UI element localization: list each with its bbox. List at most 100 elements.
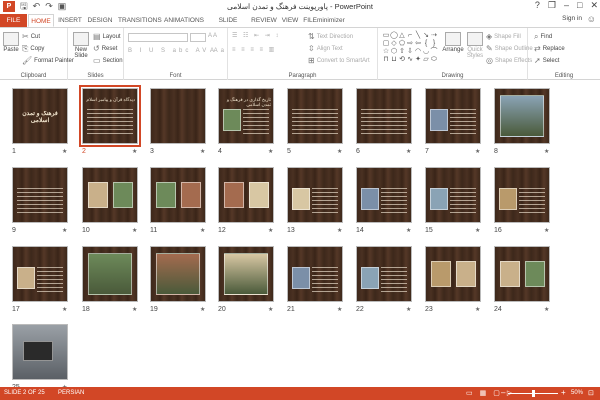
tab-design[interactable]: DESIGN xyxy=(86,14,114,27)
zoom-out-icon[interactable]: – xyxy=(501,388,505,397)
animation-indicator-icon: ★ xyxy=(337,307,343,313)
slide-thumbnail[interactable] xyxy=(218,167,274,223)
list-indent-buttons[interactable]: ☰ ☷ ⇤ ⇥ ↕ xyxy=(232,32,280,39)
brush-icon: 🖌 xyxy=(22,56,33,65)
text-direction-button[interactable]: ⇅ Text Direction xyxy=(308,32,353,41)
layout-button[interactable]: ▤ Layout xyxy=(93,32,121,41)
text-direction-icon: ⇅ xyxy=(308,32,315,41)
normal-view-icon[interactable]: ▭ xyxy=(466,389,473,397)
minimize-icon[interactable]: – xyxy=(564,0,569,11)
feedback-smiley-icon[interactable]: ☺ xyxy=(587,14,596,24)
animation-indicator-icon: ★ xyxy=(200,307,206,313)
slide-thumbnail[interactable] xyxy=(150,88,206,144)
slide-image xyxy=(499,188,517,210)
slide-thumbnail[interactable] xyxy=(287,167,343,223)
slide-number: 20 xyxy=(218,306,226,313)
slide-sorter-view-icon[interactable]: ▦ xyxy=(480,389,487,397)
zoom-slider[interactable] xyxy=(508,390,558,397)
animation-indicator-icon: ★ xyxy=(268,228,274,234)
shape-outline-button[interactable]: ✎ Shape Outline xyxy=(486,44,533,53)
slide-thumbnail[interactable] xyxy=(287,246,343,302)
ribbon-display-options-icon[interactable]: ❐ xyxy=(548,0,556,11)
tab-fileminimizer[interactable]: FILEminimizer xyxy=(303,14,345,27)
shape-effects-button[interactable]: ◎ Shape Effects xyxy=(486,56,532,65)
language-indicator[interactable]: PERSIAN xyxy=(58,390,84,396)
shape-fill-button[interactable]: ◈ Shape Fill xyxy=(486,32,521,41)
laptop-photo xyxy=(23,341,53,361)
zoom-slider-knob[interactable] xyxy=(532,390,535,397)
help-icon[interactable]: ? xyxy=(535,0,540,11)
animation-indicator-icon: ★ xyxy=(268,307,274,313)
slide-thumbnail[interactable]: تاریخ گذاری در فرهنگ و تمدن اسلامی xyxy=(218,88,274,144)
slide-thumbnail[interactable] xyxy=(82,246,138,302)
tab-review[interactable]: REVIEW xyxy=(251,14,277,27)
slide-thumbnail[interactable]: دیدگاه قرآن و پیامبر اسلام xyxy=(79,85,141,147)
slide-thumbnail[interactable] xyxy=(150,246,206,302)
shape-effects-label: Shape Effects xyxy=(494,57,533,64)
paste-button[interactable]: Paste xyxy=(2,32,20,53)
sign-in-link[interactable]: Sign in xyxy=(562,15,582,22)
replace-button[interactable]: ⇄ Replace xyxy=(534,44,565,53)
new-slide-button[interactable]: New Slide xyxy=(71,32,91,59)
slide-thumbnail[interactable] xyxy=(356,167,412,223)
font-color-icon[interactable]: A xyxy=(210,48,214,54)
quick-styles-button[interactable]: Quick Styles xyxy=(464,32,486,59)
cut-button[interactable]: ✂ Cut xyxy=(22,32,40,41)
find-button[interactable]: ⌕ Find xyxy=(534,32,552,42)
section-button[interactable]: ▭ Section xyxy=(93,56,123,65)
font-size-box[interactable] xyxy=(190,33,206,42)
font-name-box[interactable] xyxy=(128,33,188,42)
slide-thumbnail[interactable] xyxy=(494,246,550,302)
slide-thumbnail[interactable] xyxy=(425,88,481,144)
slide-thumbnail[interactable] xyxy=(287,88,343,144)
animation-indicator-icon: ★ xyxy=(200,149,206,155)
grow-shrink-font-icons[interactable]: A A xyxy=(208,33,217,39)
paste-icon xyxy=(3,32,19,46)
reset-icon: ↺ xyxy=(93,44,100,53)
slide-thumbnail[interactable] xyxy=(12,246,68,302)
slide-thumbnail[interactable] xyxy=(356,88,412,144)
close-icon[interactable]: ✕ xyxy=(590,0,598,11)
slide-sorter[interactable]: فرهنگ و تمدن اسلامی 1 ★ دیدگاه قرآن و پیامب… xyxy=(0,80,600,391)
alignment-buttons[interactable]: ≡ ≡ ≡ ≡ ▥ xyxy=(232,46,276,53)
format-painter-button[interactable]: 🖌 Format Painter xyxy=(22,56,74,65)
maximize-icon[interactable]: □ xyxy=(577,0,582,11)
slide-thumbnail[interactable] xyxy=(356,246,412,302)
tab-home[interactable]: HOME xyxy=(28,14,54,27)
slide-thumbnail[interactable] xyxy=(494,167,550,223)
slide-text-lines xyxy=(17,188,63,216)
slide-text-lines xyxy=(312,267,338,295)
tab-slide-show[interactable]: SLIDE SHOW xyxy=(208,14,248,37)
slide-number: 6 xyxy=(356,148,360,155)
zoom-level[interactable]: 50% xyxy=(571,390,583,396)
search-icon: ⌕ xyxy=(534,32,539,41)
arrange-button[interactable]: Arrange xyxy=(442,32,464,53)
slide-thumbnail[interactable] xyxy=(150,167,206,223)
slide-thumbnail[interactable] xyxy=(218,246,274,302)
tab-insert[interactable]: INSERT xyxy=(57,14,83,27)
convert-smartart-button[interactable]: ⊞ Convert to SmartArt xyxy=(308,56,370,65)
slide-thumbnail[interactable] xyxy=(494,88,550,144)
tab-transitions[interactable]: TRANSITIONS xyxy=(118,14,162,27)
slide-thumbnail[interactable] xyxy=(425,167,481,223)
reading-view-icon[interactable]: ▢ xyxy=(493,389,500,397)
reset-button[interactable]: ↺ Reset xyxy=(93,44,117,53)
tab-animations[interactable]: ANIMATIONS xyxy=(163,14,205,27)
shapes-gallery[interactable]: ▭ ◯ △ ⌐ ╲ ↘ ⇢ ▢ ◇ ⬠ ⇨ ⇦{} ☆ ⬡ ⇧ ⇩ ◠ ◡ ⌒ ⊓ ⊔ ⟲ ∿ ✦ ▱ ⬭ xyxy=(382,32,440,64)
select-button[interactable]: ➚ Select xyxy=(534,56,559,65)
slides-group: New Slide ▤ Layout ↺ Reset ▭ Section Slides xyxy=(68,28,124,80)
slide-thumbnail[interactable] xyxy=(82,167,138,223)
slide-thumbnail[interactable] xyxy=(12,324,68,380)
align-text-button[interactable]: ⇳ Align Text xyxy=(308,44,343,53)
slide-thumbnail[interactable] xyxy=(425,246,481,302)
shape-fill-label: Shape Fill xyxy=(494,33,521,40)
slide-thumbnail[interactable] xyxy=(12,167,68,223)
tab-view[interactable]: VIEW xyxy=(280,14,300,27)
fit-to-window-icon[interactable]: ⊡ xyxy=(588,389,594,397)
tab-file[interactable]: FILE xyxy=(0,14,27,27)
slide-thumbnail[interactable]: فرهنگ و تمدن اسلامی xyxy=(12,88,68,144)
slide-text-lines xyxy=(361,109,407,137)
reset-label: Reset xyxy=(101,45,118,52)
copy-button[interactable]: ⎘ Copy xyxy=(22,44,44,54)
zoom-in-icon[interactable]: + xyxy=(561,388,566,397)
